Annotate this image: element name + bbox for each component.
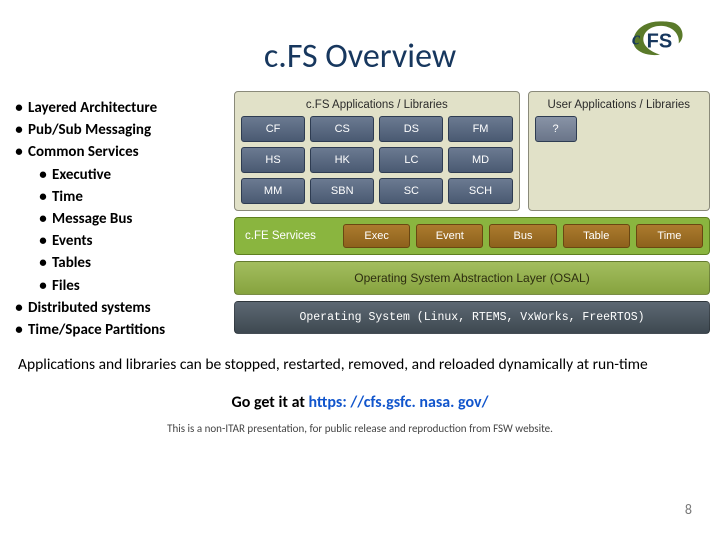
app-box: SBN	[310, 178, 374, 204]
feature-bullets: Layered Architecture Pub/Sub Messaging C…	[10, 91, 228, 341]
osal-layer: Operating System Abstraction Layer (OSAL…	[234, 261, 710, 295]
user-apps-title: User Applications / Libraries	[548, 97, 691, 116]
svg-text:c: c	[632, 29, 640, 50]
bullet-sub: Events	[34, 230, 228, 252]
bullet-sub: Files	[34, 275, 228, 297]
svg-text:FS: FS	[647, 30, 673, 52]
disclaimer: This is a non-ITAR presentation, for pub…	[0, 412, 720, 435]
bullet-sub: Message Bus	[34, 208, 228, 230]
cfe-service: Time	[636, 224, 703, 248]
user-apps-panel: User Applications / Libraries ?	[528, 91, 710, 211]
architecture-diagram: c.FS Applications / Libraries CF CS DS F…	[234, 91, 710, 341]
app-box: LC	[379, 147, 443, 173]
cfs-logo: c FS	[626, 18, 694, 58]
bullet-sub: Time	[34, 186, 228, 208]
bullet-item: Time/Space Partitions	[10, 319, 228, 341]
bullet-sub: Tables	[34, 252, 228, 274]
bullet-item: Pub/Sub Messaging	[10, 119, 228, 141]
app-box: DS	[379, 116, 443, 142]
cta-url: https: //cfs.gsfc. nasa. gov/	[308, 393, 488, 412]
cfe-service: Exec	[343, 224, 410, 248]
cfe-service: Event	[416, 224, 483, 248]
runtime-note: Applications and libraries can be stoppe…	[0, 341, 720, 375]
page-number: 8	[685, 501, 692, 518]
app-box: MD	[448, 147, 512, 173]
app-box: FM	[448, 116, 512, 142]
app-box: SCH	[448, 178, 512, 204]
bullet-sub: Executive	[34, 164, 228, 186]
cfe-services-row: c.FE Services Exec Event Bus Table Time	[234, 217, 710, 255]
os-layer: Operating System (Linux, RTEMS, VxWorks,…	[234, 301, 710, 334]
bullet-item: Layered Architecture	[10, 97, 228, 119]
app-box: MM	[241, 178, 305, 204]
cfs-apps-title: c.FS Applications / Libraries	[241, 97, 513, 116]
cfe-label: c.FE Services	[241, 230, 337, 242]
app-box: HS	[241, 147, 305, 173]
app-box: CF	[241, 116, 305, 142]
app-box: SC	[379, 178, 443, 204]
user-app-box: ?	[535, 116, 577, 142]
bullet-item: Common Services	[10, 141, 228, 163]
cta-prefix: Go get it at	[232, 393, 309, 412]
cfe-service: Bus	[489, 224, 556, 248]
cfs-apps-panel: c.FS Applications / Libraries CF CS DS F…	[234, 91, 520, 211]
app-box: HK	[310, 147, 374, 173]
bullet-item: Distributed systems	[10, 297, 228, 319]
slide-title: c.FS Overview	[0, 0, 720, 91]
app-box: CS	[310, 116, 374, 142]
cta-line: Go get it at https: //cfs.gsfc. nasa. go…	[0, 375, 720, 412]
cfe-service: Table	[563, 224, 630, 248]
